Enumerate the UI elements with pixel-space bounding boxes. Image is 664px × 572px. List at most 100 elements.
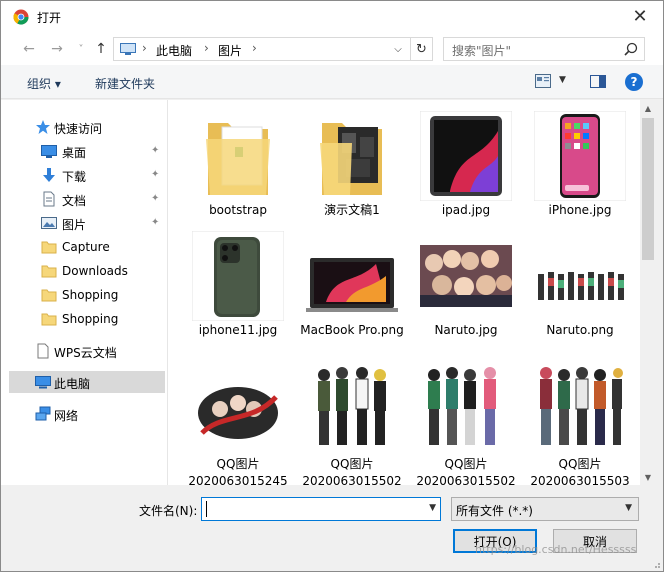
macbook-image-icon xyxy=(306,258,398,312)
breadcrumb-pictures[interactable]: 图片 xyxy=(218,42,242,59)
close-button[interactable]: ✕ xyxy=(617,1,663,31)
search-placeholder: 搜索"图片" xyxy=(452,44,512,58)
forward-button[interactable]: → xyxy=(47,39,67,59)
file-tile[interactable]: iPhone.jpg xyxy=(528,108,632,228)
file-name: QQ图片 2020063015245 xyxy=(188,457,288,485)
sidebar-item-desktop[interactable]: 桌面 ✦ xyxy=(9,140,165,162)
image-thumbnail xyxy=(414,358,518,454)
sidebar-item-shopping[interactable]: Shopping xyxy=(9,284,165,306)
image-thumbnail xyxy=(414,108,518,204)
network-icon xyxy=(35,406,51,421)
organize-menu[interactable]: 组织 ▾ xyxy=(27,75,61,92)
folder-icon xyxy=(206,123,270,195)
sidebar-item-pictures[interactable]: 图片 ✦ xyxy=(9,212,165,234)
file-tile[interactable]: Naruto.png xyxy=(528,228,632,358)
sidebar-item-shopping-2[interactable]: Shopping xyxy=(9,308,165,330)
sidebar-item-documents[interactable]: 文档 ✦ xyxy=(9,188,165,210)
text-caret xyxy=(206,501,207,517)
file-tile[interactable]: Naruto.jpg xyxy=(414,228,518,358)
filetype-select[interactable]: 所有文件 (*.*) ▼ xyxy=(451,497,639,521)
search-icon xyxy=(624,42,638,56)
document-icon xyxy=(43,191,55,207)
folder-icon xyxy=(41,265,57,278)
sidebar-item-quick-access[interactable]: 快速访问 xyxy=(9,116,165,138)
refresh-icon: ↻ xyxy=(416,41,427,57)
forward-arrow-icon: → xyxy=(51,41,63,57)
sidebar-item-label: 此电脑 xyxy=(54,377,91,391)
address-dropdown[interactable]: ⌵ xyxy=(390,40,406,58)
sidebar-item-wps-cloud[interactable]: WPS云文档 xyxy=(9,340,165,362)
address-bar[interactable]: › 此电脑 › 图片 › ⌵ ↻ xyxy=(113,37,433,61)
breadcrumb-this-pc[interactable]: 此电脑 xyxy=(156,42,192,59)
cloud-doc-icon xyxy=(37,343,49,359)
navigation-pane: 快速访问 桌面 ✦ 下载 ✦ 文档 ✦ 图片 ✦ Capture Downloa… xyxy=(1,100,167,485)
sidebar-item-this-pc[interactable]: 此电脑 xyxy=(9,371,165,393)
filetype-value: 所有文件 (*.*) xyxy=(456,504,533,518)
folder-with-images-icon xyxy=(320,123,382,195)
chevron-down-icon: ˅ xyxy=(78,43,84,55)
filename-input[interactable]: ▼ xyxy=(201,497,441,521)
refresh-button[interactable]: ↻ xyxy=(410,38,432,60)
qq-image-icon xyxy=(534,361,626,451)
file-name: QQ图片 2020063015502 xyxy=(302,457,402,485)
window-title: 打开 xyxy=(37,11,62,25)
file-tile[interactable]: ipad.jpg xyxy=(414,108,518,228)
star-icon xyxy=(36,120,50,134)
pin-icon: ✦ xyxy=(151,145,160,156)
breadcrumb-separator: › xyxy=(142,41,147,55)
file-name: MacBook Pro.png xyxy=(300,323,404,337)
file-tile[interactable]: 演示文稿1 xyxy=(300,108,404,228)
file-tile[interactable]: MacBook Pro.png xyxy=(300,228,404,358)
breadcrumb-separator: › xyxy=(252,41,257,55)
sidebar-item-network[interactable]: 网络 xyxy=(9,403,165,425)
sidebar-item-downloads[interactable]: Downloads xyxy=(9,260,165,282)
file-name: iphone11.jpg xyxy=(198,323,278,337)
sidebar-item-label: Capture xyxy=(62,240,110,254)
computer-icon xyxy=(35,376,51,389)
file-tile[interactable]: QQ图片 2020063015503 xyxy=(528,358,632,485)
view-options-icon[interactable] xyxy=(535,74,551,88)
sidebar-item-label: Shopping xyxy=(62,288,119,302)
back-button[interactable]: ← xyxy=(19,39,39,59)
image-thumbnail xyxy=(528,358,632,454)
download-icon xyxy=(43,168,55,182)
file-tile[interactable]: iphone11.jpg xyxy=(186,228,290,358)
file-name: Naruto.png xyxy=(546,323,614,337)
resize-grip-icon[interactable] xyxy=(651,559,661,569)
preview-pane-button[interactable] xyxy=(590,75,606,88)
scroll-up-button[interactable]: ▲ xyxy=(640,100,656,116)
this-pc-icon xyxy=(120,43,136,55)
file-name: QQ图片 2020063015502 xyxy=(416,457,516,485)
recent-locations-button[interactable]: ˅ xyxy=(71,39,91,59)
back-arrow-icon: ← xyxy=(23,41,35,57)
naruto-image-icon xyxy=(420,245,512,307)
desktop-icon xyxy=(41,145,57,158)
new-folder-button[interactable]: 新建文件夹 xyxy=(95,75,155,92)
image-thumbnail xyxy=(300,358,404,454)
file-tile[interactable]: QQ图片 2020063015245 xyxy=(186,358,290,485)
folder-thumbnail xyxy=(186,108,290,204)
dialog-footer: 文件名(N): ▼ 所有文件 (*.*) ▼ 打开(O) 取消 https://… xyxy=(1,485,663,571)
chevron-down-icon: ▼ xyxy=(625,503,632,513)
naruto-group-image-icon xyxy=(534,264,626,304)
file-tile[interactable]: QQ图片 2020063015502 xyxy=(414,358,518,485)
pictures-icon xyxy=(41,217,57,229)
vertical-scrollbar[interactable]: ▲ ▼ xyxy=(640,100,656,485)
scroll-down-button[interactable]: ▼ xyxy=(640,469,656,485)
close-icon: ✕ xyxy=(632,5,648,27)
scrollbar-thumb[interactable] xyxy=(642,118,654,260)
sidebar-item-capture[interactable]: Capture xyxy=(9,236,165,258)
folder-icon xyxy=(41,289,57,302)
file-tile[interactable]: bootstrap xyxy=(186,108,290,228)
help-button[interactable]: ? xyxy=(625,73,643,91)
filename-dropdown-icon[interactable]: ▼ xyxy=(429,503,436,513)
file-tile[interactable]: QQ图片 2020063015502 xyxy=(300,358,404,485)
file-name: iPhone.jpg xyxy=(548,203,612,217)
image-thumbnail xyxy=(414,228,518,324)
ipad-image-icon xyxy=(420,111,512,201)
up-button[interactable]: ↑ xyxy=(91,39,111,59)
search-input[interactable]: 搜索"图片" xyxy=(443,37,645,61)
view-dropdown[interactable]: ▼ xyxy=(559,75,566,85)
sidebar-item-downloads-lib[interactable]: 下载 ✦ xyxy=(9,164,165,186)
file-name: 演示文稿1 xyxy=(324,203,380,217)
